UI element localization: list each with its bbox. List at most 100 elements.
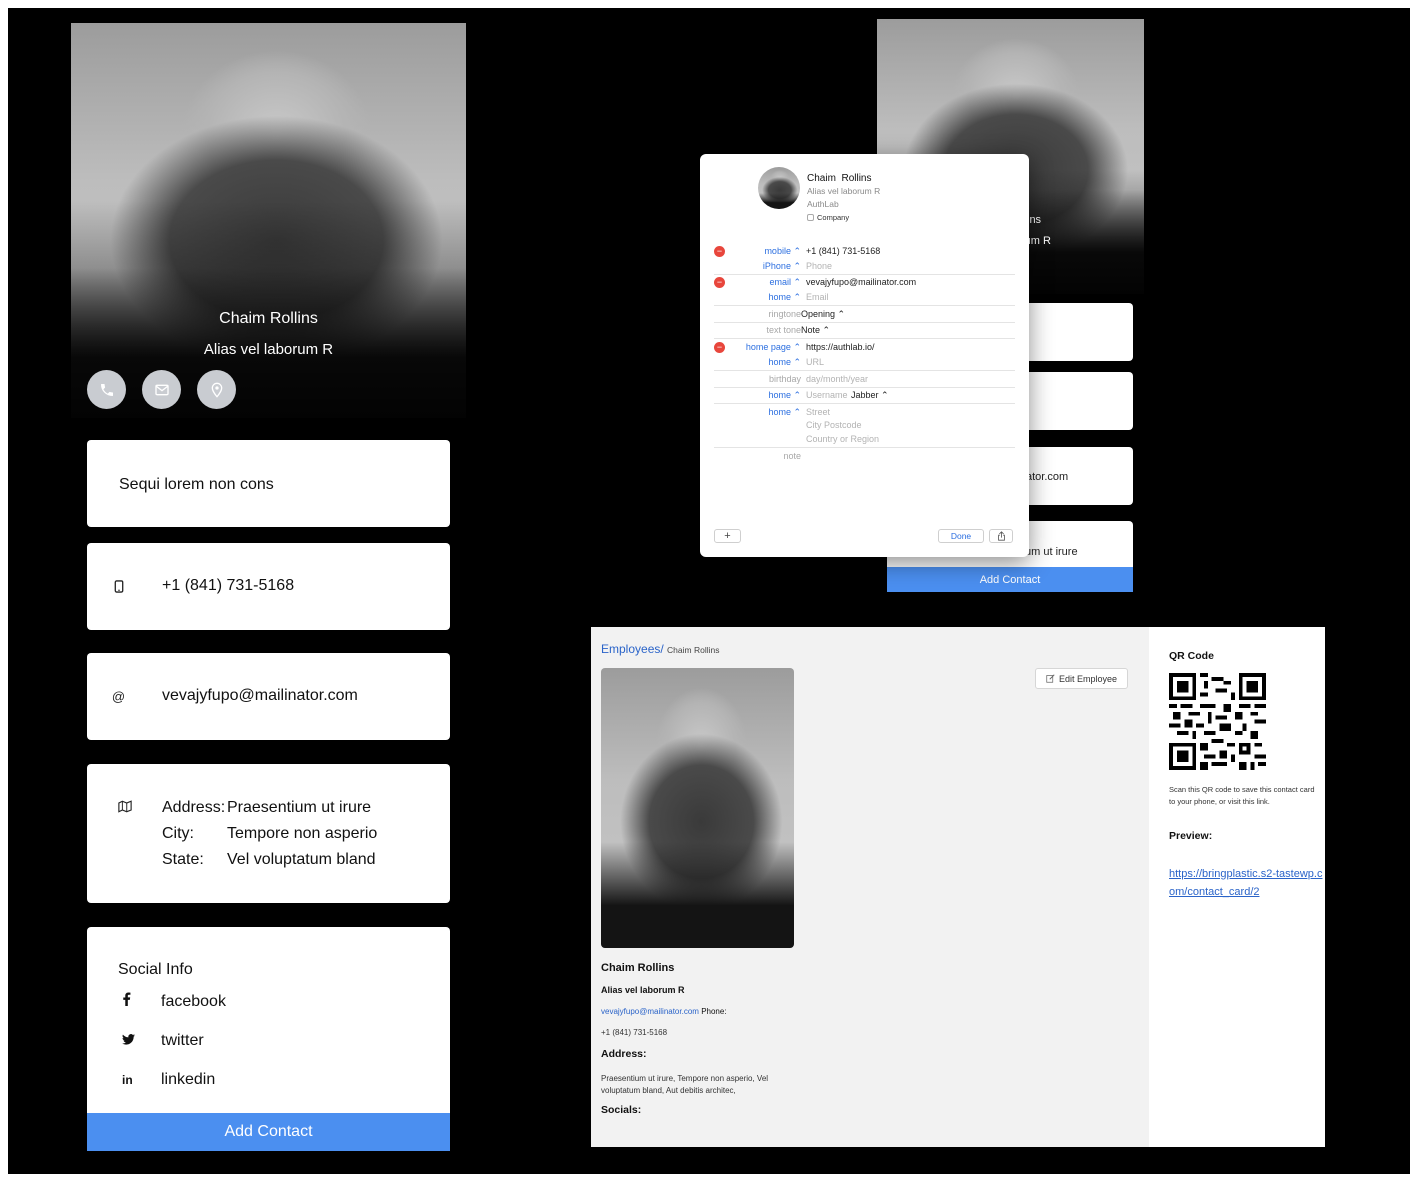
state-label: State: — [162, 851, 204, 868]
ringtone-value[interactable]: Opening ⌃ — [801, 309, 845, 320]
im-row[interactable]: home ⌃ Username Jabber ⌃ — [714, 388, 1015, 402]
call-button[interactable] — [87, 370, 126, 409]
city-postcode-placeholder[interactable]: City Postcode — [806, 420, 862, 430]
twitter-icon — [122, 1032, 161, 1050]
share-icon — [997, 531, 1005, 541]
email-home-label[interactable]: home ⌃ — [768, 292, 801, 303]
im-username-placeholder[interactable]: Username — [806, 390, 848, 400]
texttone-label: text tone — [766, 325, 801, 335]
homepage-row[interactable]: − home page ⌃ https://authlab.io/ — [714, 340, 1015, 354]
company-checkbox[interactable]: Company — [807, 211, 880, 224]
state-value: Vel voluptatum bland — [227, 851, 376, 868]
address-heading: Address: — [601, 1048, 647, 1060]
im-label[interactable]: home ⌃ — [768, 390, 801, 401]
homepage-value[interactable]: https://authlab.io/ — [806, 342, 875, 352]
mobile-label[interactable]: mobile ⌃ — [764, 246, 801, 257]
email-button[interactable] — [142, 370, 181, 409]
remove-mobile-button[interactable]: − — [714, 245, 725, 257]
ringtone-row[interactable]: ringtone Opening ⌃ — [714, 307, 1015, 321]
email-row[interactable]: − email ⌃ vevajyfupo@mailinator.com — [714, 275, 1015, 289]
remove-homepage-button[interactable]: − — [714, 341, 725, 353]
first-name-field[interactable]: Chaim — [807, 173, 836, 184]
url-row[interactable]: home ⌃ URL — [714, 355, 1015, 369]
map-icon — [118, 800, 132, 818]
birthday-placeholder[interactable]: day/month/year — [806, 374, 868, 384]
address-details: Address: Praesentium ut irure City: Temp… — [162, 799, 377, 869]
address-card: Address: Praesentium ut irure City: Temp… — [87, 764, 450, 903]
quick-actions — [87, 370, 236, 409]
envelope-icon — [154, 384, 169, 395]
iphone-label[interactable]: iPhone ⌃ — [763, 261, 801, 272]
map-pin-icon — [211, 382, 222, 398]
share-button[interactable] — [989, 529, 1013, 543]
breadcrumb: Employees/ Chaim Rollins — [601, 642, 719, 656]
ringtone-label: ringtone — [768, 309, 801, 319]
location-button[interactable] — [197, 370, 236, 409]
social-link-twitter[interactable]: twitter — [122, 1021, 422, 1060]
qr-heading: QR Code — [1169, 650, 1214, 662]
social-label[interactable]: facebook — [161, 993, 226, 1011]
bio-card: Sequi lorem non cons — [87, 440, 450, 527]
address-home-label[interactable]: home ⌃ — [768, 407, 801, 418]
social-link-facebook[interactable]: facebook — [122, 982, 422, 1021]
birthday-row[interactable]: birthday day/month/year — [714, 372, 1015, 386]
employee-email-link[interactable]: vevajyfupo@mailinator.com — [601, 1007, 699, 1016]
social-label[interactable]: twitter — [161, 1032, 204, 1050]
profile-name: Chaim Rollins — [219, 310, 318, 327]
profile-title: Alias vel laborum R — [203, 341, 334, 358]
texttone-value[interactable]: Note ⌃ — [801, 325, 830, 336]
breadcrumb-employees-link[interactable]: Employees/ — [601, 642, 664, 656]
back-add-contact-button[interactable]: Add Contact — [887, 567, 1133, 592]
city-value: Tempore non asperio — [227, 825, 378, 842]
note-row[interactable]: note — [714, 449, 1015, 463]
company-field[interactable]: AuthLab — [807, 198, 880, 211]
mobile-row[interactable]: − mobile ⌃ +1 (841) 731-5168 — [714, 244, 1015, 258]
social-heading: Social Info — [118, 961, 193, 978]
city-row[interactable]: City Postcode — [714, 418, 1015, 432]
edit-employee-button[interactable]: Edit Employee — [1035, 668, 1128, 689]
street-placeholder[interactable]: Street — [806, 407, 830, 417]
phone-number[interactable]: +1 (841) 731-5168 — [162, 577, 294, 595]
preview-link[interactable]: https://bringplastic.s2-tastewp.com/cont… — [1169, 865, 1324, 901]
email-card[interactable]: @ vevajyfupo@mailinator.com — [87, 653, 450, 740]
done-button[interactable]: Done — [938, 529, 984, 543]
social-link-linkedin[interactable]: in linkedin — [122, 1060, 422, 1099]
email-home-row[interactable]: home ⌃ Email — [714, 290, 1015, 304]
job-title-field[interactable]: Alias vel laborum R — [807, 185, 880, 198]
phone-label: Phone: — [701, 1007, 727, 1016]
employee-name: Chaim Rollins — [601, 962, 675, 974]
add-contact-button[interactable]: Add Contact — [87, 1113, 450, 1151]
email-value[interactable]: vevajyfupo@mailinator.com — [806, 277, 916, 287]
last-name-field[interactable]: Rollins — [841, 173, 871, 184]
breadcrumb-current: Chaim Rollins — [667, 645, 720, 655]
url-placeholder[interactable]: URL — [806, 357, 824, 367]
homepage-label[interactable]: home page ⌃ — [746, 342, 801, 353]
contact-avatar[interactable] — [758, 167, 800, 209]
add-field-button[interactable]: + — [714, 529, 741, 543]
texttone-row[interactable]: text tone Note ⌃ — [714, 323, 1015, 337]
screenshot-stage: Chaim Rollins Alias vel laborum R Sequi … — [8, 8, 1410, 1174]
back-hero-name-fragment: ins — [1027, 214, 1042, 226]
phone-placeholder[interactable]: Phone — [806, 261, 832, 271]
preview-heading: Preview: — [1169, 830, 1213, 842]
email-label[interactable]: email ⌃ — [769, 277, 801, 288]
email-address[interactable]: vevajyfupo@mailinator.com — [162, 687, 358, 705]
country-placeholder[interactable]: Country or Region — [806, 434, 879, 444]
employee-photo — [601, 668, 794, 948]
note-label: note — [783, 451, 801, 461]
employee-detail-page: Employees/ Chaim Rollins Edit Employee C… — [591, 627, 1325, 1147]
email-placeholder[interactable]: Email — [806, 292, 829, 302]
qr-sidebar: QR Code Scan this QR code to save this c… — [1149, 627, 1325, 1147]
social-label[interactable]: linkedin — [161, 1071, 215, 1089]
mobile-value[interactable]: +1 (841) 731-5168 — [806, 246, 880, 256]
url-home-label[interactable]: home ⌃ — [768, 357, 801, 368]
country-row[interactable]: Country or Region — [714, 432, 1015, 446]
address-row[interactable]: home ⌃ Street — [714, 405, 1015, 419]
back-address-fragment: um ut irure — [1025, 546, 1078, 558]
iphone-row[interactable]: iPhone ⌃ Phone — [714, 259, 1015, 273]
im-service-select[interactable]: Jabber ⌃ — [851, 390, 889, 401]
remove-email-button[interactable]: − — [714, 276, 725, 288]
contact-header: Chaim Rollins Alias vel laborum R AuthLa… — [807, 172, 880, 224]
phone-icon — [100, 383, 113, 396]
phone-card[interactable]: +1 (841) 731-5168 — [87, 543, 450, 630]
